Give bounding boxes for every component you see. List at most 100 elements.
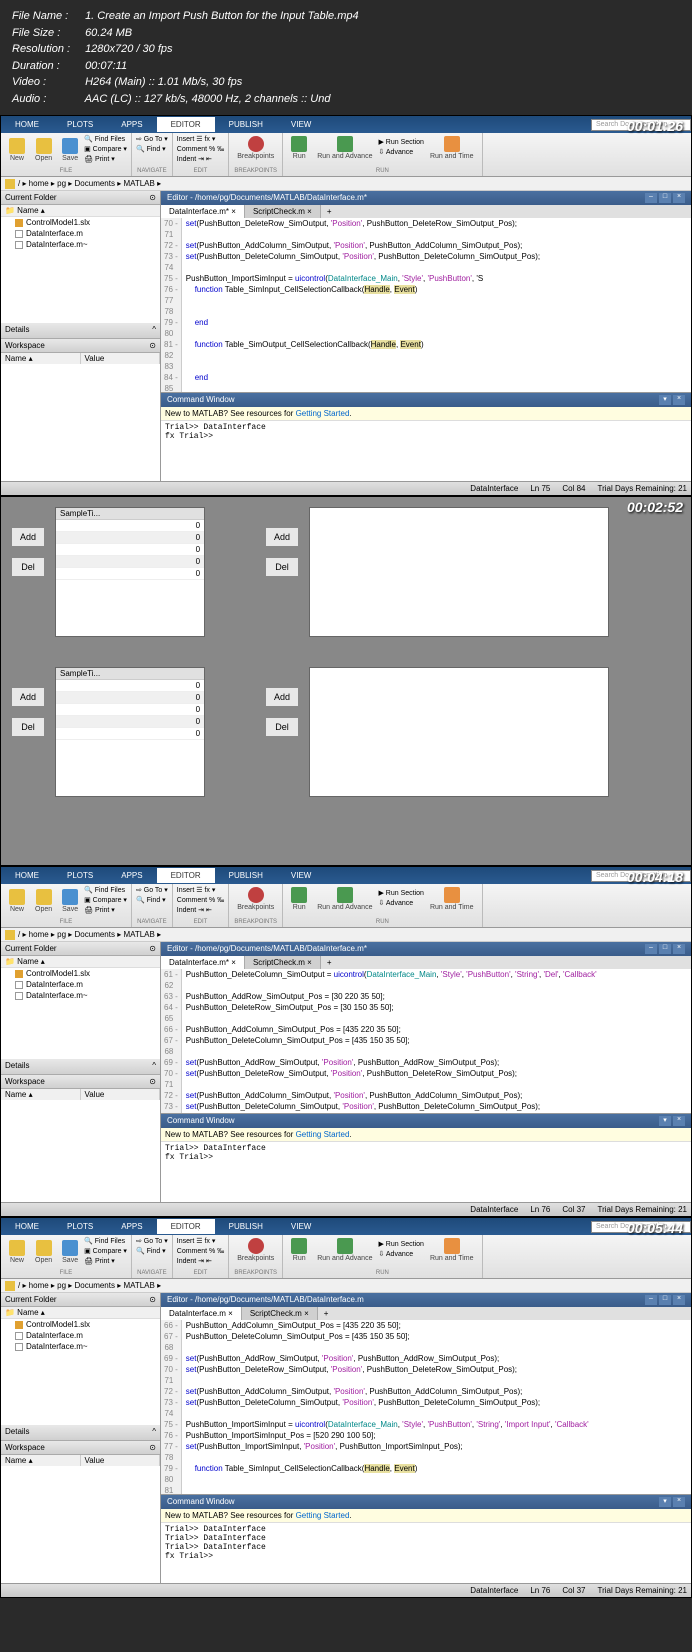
find-files-button[interactable]: 🔍 Find Files [84,135,127,145]
ribbon-tab-plots[interactable]: PLOTS [53,868,107,883]
current-folder-header[interactable]: Current Folder⊙ [1,942,160,956]
getting-started-link[interactable]: Getting Started [296,1130,350,1139]
ribbon-tab-home[interactable]: HOME [1,117,53,132]
find-button[interactable]: 🔍 Find ▾ [136,896,168,906]
find-button[interactable]: 🔍 Find ▾ [136,1247,168,1257]
goto-button[interactable]: ⇨ Go To ▾ [136,135,168,145]
file-item[interactable]: ControlModel1.slx [1,217,160,228]
ribbon-tab-view[interactable]: VIEW [277,117,325,132]
getting-started-link[interactable]: Getting Started [296,1511,350,1520]
comment-button[interactable]: Comment % ‰ [177,1247,224,1257]
file-item[interactable]: ControlModel1.slx [1,968,160,979]
ribbon-tab-apps[interactable]: APPS [107,117,156,132]
ribbon-tab-editor[interactable]: EDITOR [157,868,215,883]
breakpoints-button[interactable]: Breakpoints [233,886,278,912]
details-header[interactable]: Details^ [1,323,160,339]
name-column[interactable]: Name ▴ [1,1455,81,1466]
current-folder-header[interactable]: Current Folder⊙ [1,191,160,205]
breadcrumb[interactable]: / ▸ home ▸ pg ▸ Documents ▸ MATLAB ▸ [1,1279,691,1293]
indent-button[interactable]: Indent ⇥ ⇤ [177,906,224,916]
ribbon-tab-plots[interactable]: PLOTS [53,117,107,132]
breakpoints-button[interactable]: Breakpoints [233,135,278,161]
minimize-icon[interactable]: – [645,944,657,954]
run-section-button[interactable]: ▶ Run Section [378,1240,423,1250]
name-column[interactable]: 📁 Name ▴ [1,205,160,217]
ribbon-tab-publish[interactable]: PUBLISH [215,1219,277,1234]
ribbon-tab-apps[interactable]: APPS [107,868,156,883]
tab-scriptcheck[interactable]: ScriptCheck.m × [245,956,321,969]
minimize-icon[interactable]: – [645,193,657,203]
name-column[interactable]: Name ▴ [1,1089,81,1100]
sim-input-table[interactable]: SampleTi... 0 0 0 0 0 [55,507,205,637]
tab-datainterface[interactable]: DataInterface.m* × [161,956,245,969]
ribbon-tab-editor[interactable]: EDITOR [157,1219,215,1234]
find-files-button[interactable]: 🔍 Find Files [84,1237,127,1247]
insert-button[interactable]: Insert ☰ fx ▾ [177,1237,224,1247]
run-button[interactable]: Run [287,1237,311,1263]
save-button[interactable]: Save [58,888,82,914]
del-button[interactable]: Del [11,557,45,577]
find-files-button[interactable]: 🔍 Find Files [84,886,127,896]
command-window[interactable]: Trial>> DataInterface Trial>> DataInterf… [161,1523,691,1583]
advance-button[interactable]: ⇩ Advance [378,899,423,909]
add-button-2[interactable]: Add [265,527,299,547]
run-button[interactable]: Run [287,886,311,912]
run-advance-button[interactable]: Run and Advance [313,886,376,912]
ribbon-tab-home[interactable]: HOME [1,868,53,883]
ribbon-tab-plots[interactable]: PLOTS [53,1219,107,1234]
save-button[interactable]: Save [58,137,82,163]
compare-button[interactable]: ▣ Compare ▾ [84,1247,127,1257]
advance-button[interactable]: ⇩ Advance [378,148,423,158]
print-button[interactable]: 🖨 Print ▾ [84,155,127,165]
close-icon[interactable]: × [673,1295,685,1305]
breakpoints-button[interactable]: Breakpoints [233,1237,278,1263]
new-tab-button[interactable]: + [321,956,338,969]
workspace-header[interactable]: Workspace⊙ [1,339,160,353]
open-button[interactable]: Open [31,888,56,914]
file-item[interactable]: DataInterface.m [1,1330,160,1341]
add-button-4[interactable]: Add [265,687,299,707]
open-button[interactable]: Open [31,137,56,163]
run-section-button[interactable]: ▶ Run Section [378,889,423,899]
compare-button[interactable]: ▣ Compare ▾ [84,896,127,906]
value-column[interactable]: Value [81,1089,161,1100]
tab-datainterface[interactable]: DataInterface.m* × [161,205,245,218]
run-time-button[interactable]: Run and Time [426,1237,478,1263]
add-button[interactable]: Add [11,527,45,547]
del-button-3[interactable]: Del [11,717,45,737]
print-button[interactable]: 🖨 Print ▾ [84,906,127,916]
maximize-icon[interactable]: □ [659,944,671,954]
compare-button[interactable]: ▣ Compare ▾ [84,145,127,155]
run-advance-button[interactable]: Run and Advance [313,1237,376,1263]
workspace-header[interactable]: Workspace⊙ [1,1441,160,1455]
insert-button[interactable]: Insert ☰ fx ▾ [177,886,224,896]
del-button-4[interactable]: Del [265,717,299,737]
comment-button[interactable]: Comment % ‰ [177,896,224,906]
getting-started-link[interactable]: Getting Started [296,409,350,418]
find-button[interactable]: 🔍 Find ▾ [136,145,168,155]
new-tab-button[interactable]: + [318,1307,335,1320]
advance-button[interactable]: ⇩ Advance [378,1250,423,1260]
breadcrumb[interactable]: / ▸ home ▸ pg ▸ Documents ▸ MATLAB ▸ [1,177,691,191]
run-section-button[interactable]: ▶ Run Section [378,138,423,148]
goto-button[interactable]: ⇨ Go To ▾ [136,886,168,896]
new-tab-button[interactable]: + [321,205,338,218]
tab-datainterface[interactable]: DataInterface.m × [161,1307,242,1320]
file-item[interactable]: ControlModel1.slx [1,1319,160,1330]
ribbon-tab-apps[interactable]: APPS [107,1219,156,1234]
cmd-dropdown-icon[interactable]: ▾ [659,395,671,405]
cmd-close-icon[interactable]: × [673,395,685,405]
value-column[interactable]: Value [81,353,161,364]
sim-input-table-2[interactable]: SampleTi... 0 0 0 0 0 [55,667,205,797]
comment-button[interactable]: Comment % ‰ [177,145,224,155]
command-window[interactable]: Trial>> DataInterfacefx Trial>> [161,421,691,481]
tab-scriptcheck[interactable]: ScriptCheck.m × [245,205,321,218]
save-button[interactable]: Save [58,1239,82,1265]
sim-output-table[interactable] [309,507,609,637]
new-button[interactable]: New [5,137,29,163]
minimize-icon[interactable]: – [645,1295,657,1305]
add-button-3[interactable]: Add [11,687,45,707]
details-header[interactable]: Details^ [1,1059,160,1075]
name-column[interactable]: 📁 Name ▴ [1,956,160,968]
goto-button[interactable]: ⇨ Go To ▾ [136,1237,168,1247]
